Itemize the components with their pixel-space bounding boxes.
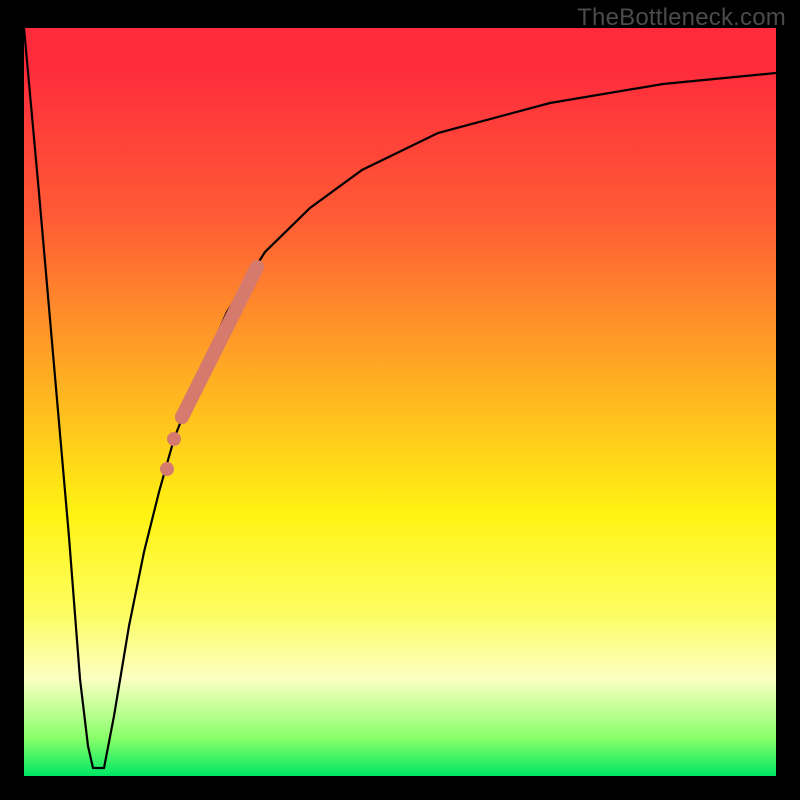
bottleneck-curve — [24, 28, 776, 768]
highlight-segment — [182, 267, 257, 417]
highlight-dot — [175, 410, 189, 424]
chart-frame: TheBottleneck.com — [0, 0, 800, 800]
plot-area — [24, 28, 776, 776]
curve-layer — [24, 28, 776, 776]
highlight-dot — [160, 462, 174, 476]
highlight-dot — [167, 432, 181, 446]
